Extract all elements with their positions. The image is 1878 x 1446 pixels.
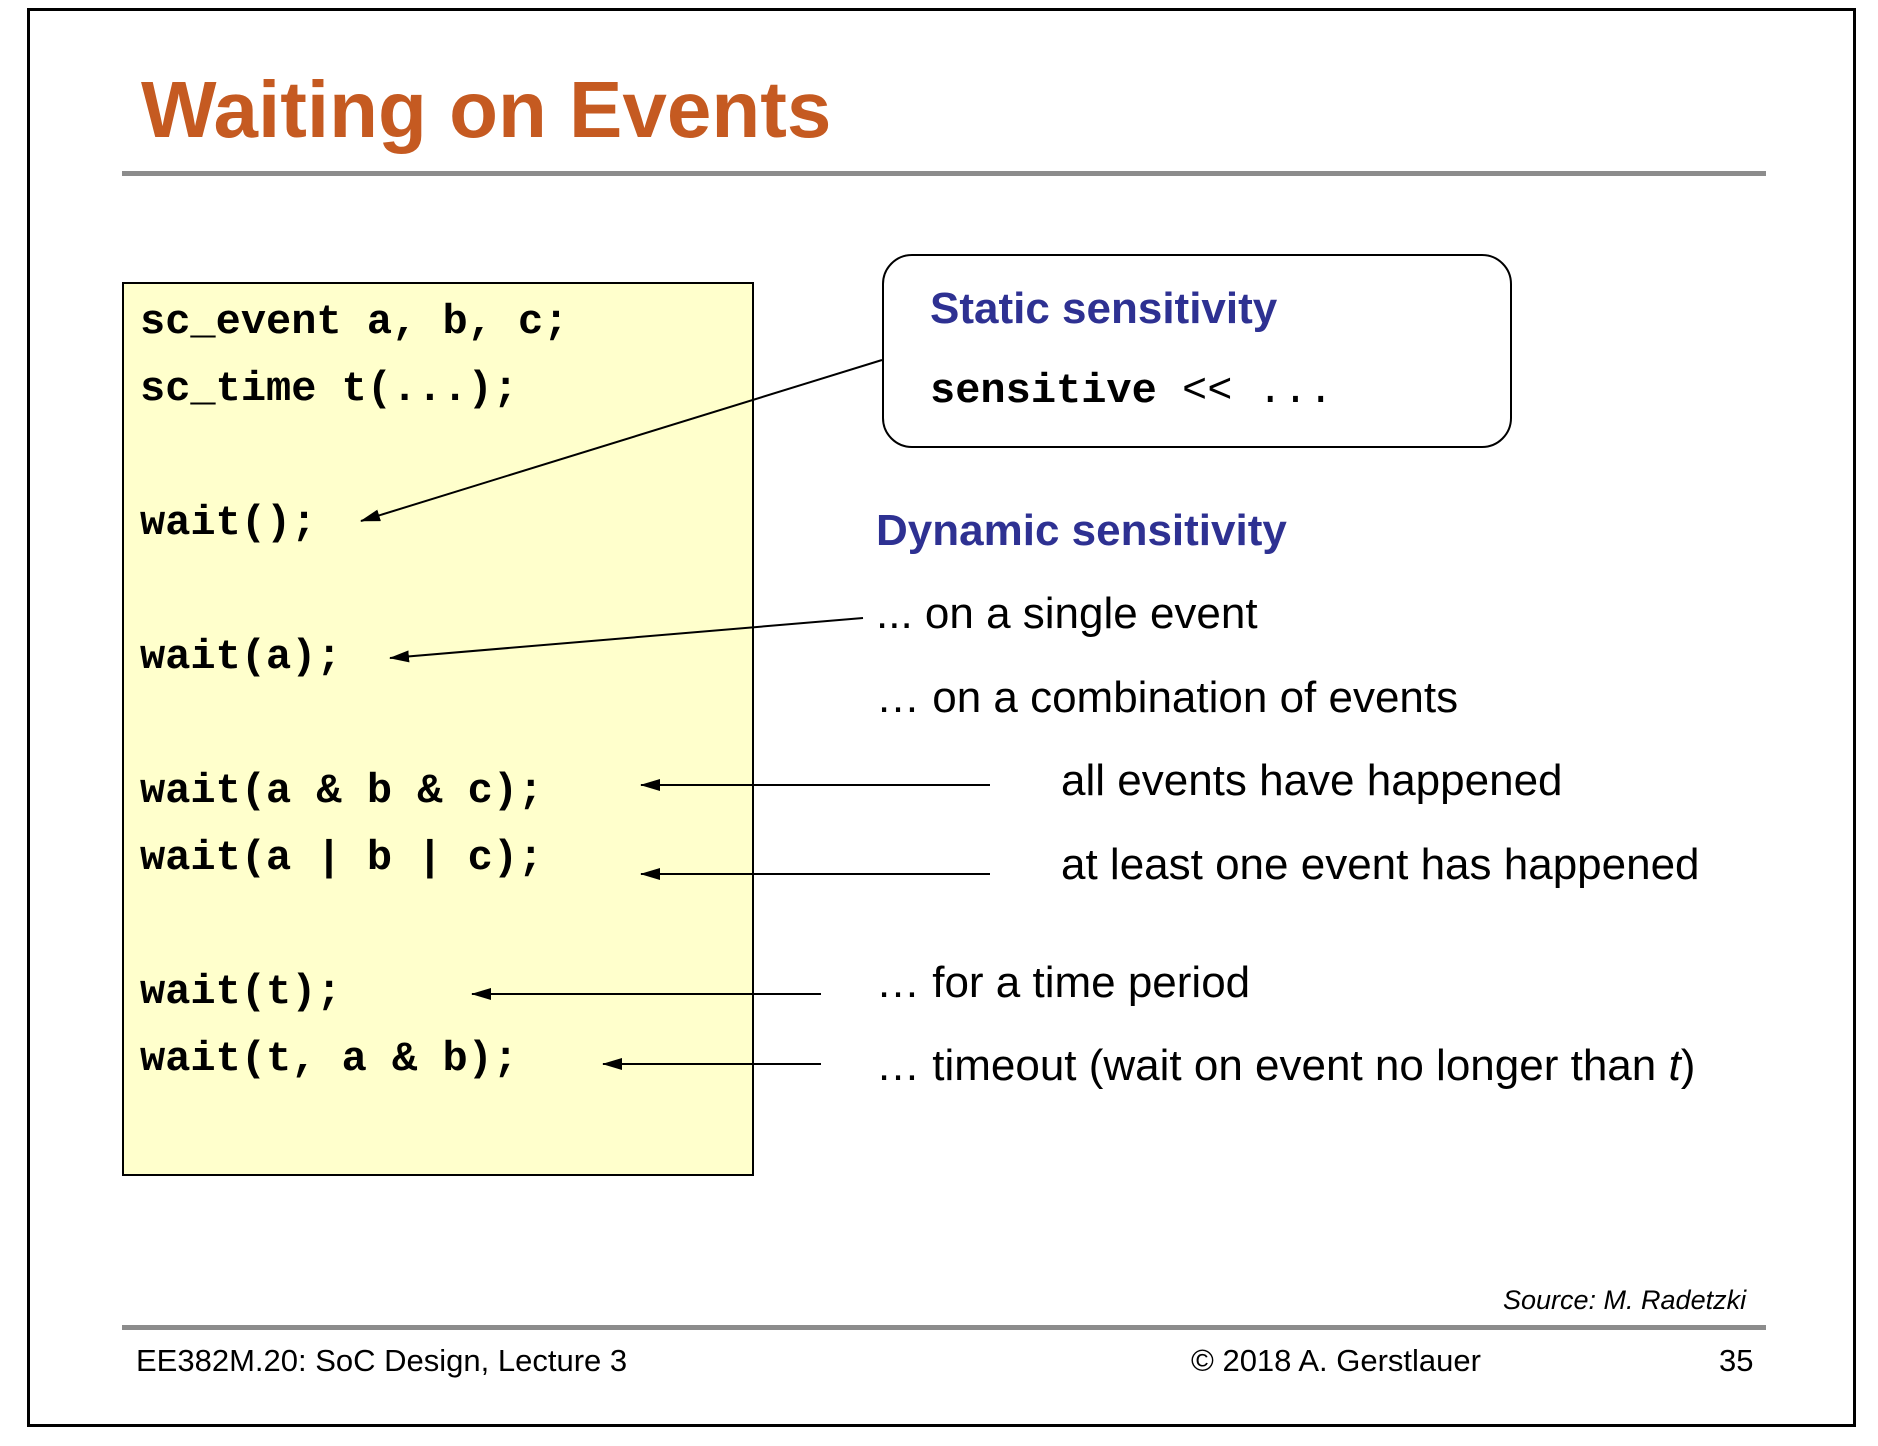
footer-copyright: © 2018 A. Gerstlauer <box>1191 1343 1481 1378</box>
footer-course: EE382M.20: SoC Design, Lecture 3 <box>136 1343 628 1378</box>
page-number: 35 <box>1719 1343 1754 1378</box>
arrow-single-event <box>389 617 864 663</box>
arrow-static-to-wait <box>360 359 883 522</box>
arrows-layer <box>360 359 990 1070</box>
source-citation: Source: M. Radetzki <box>1503 1285 1747 1315</box>
footer-divider <box>122 1325 1766 1330</box>
